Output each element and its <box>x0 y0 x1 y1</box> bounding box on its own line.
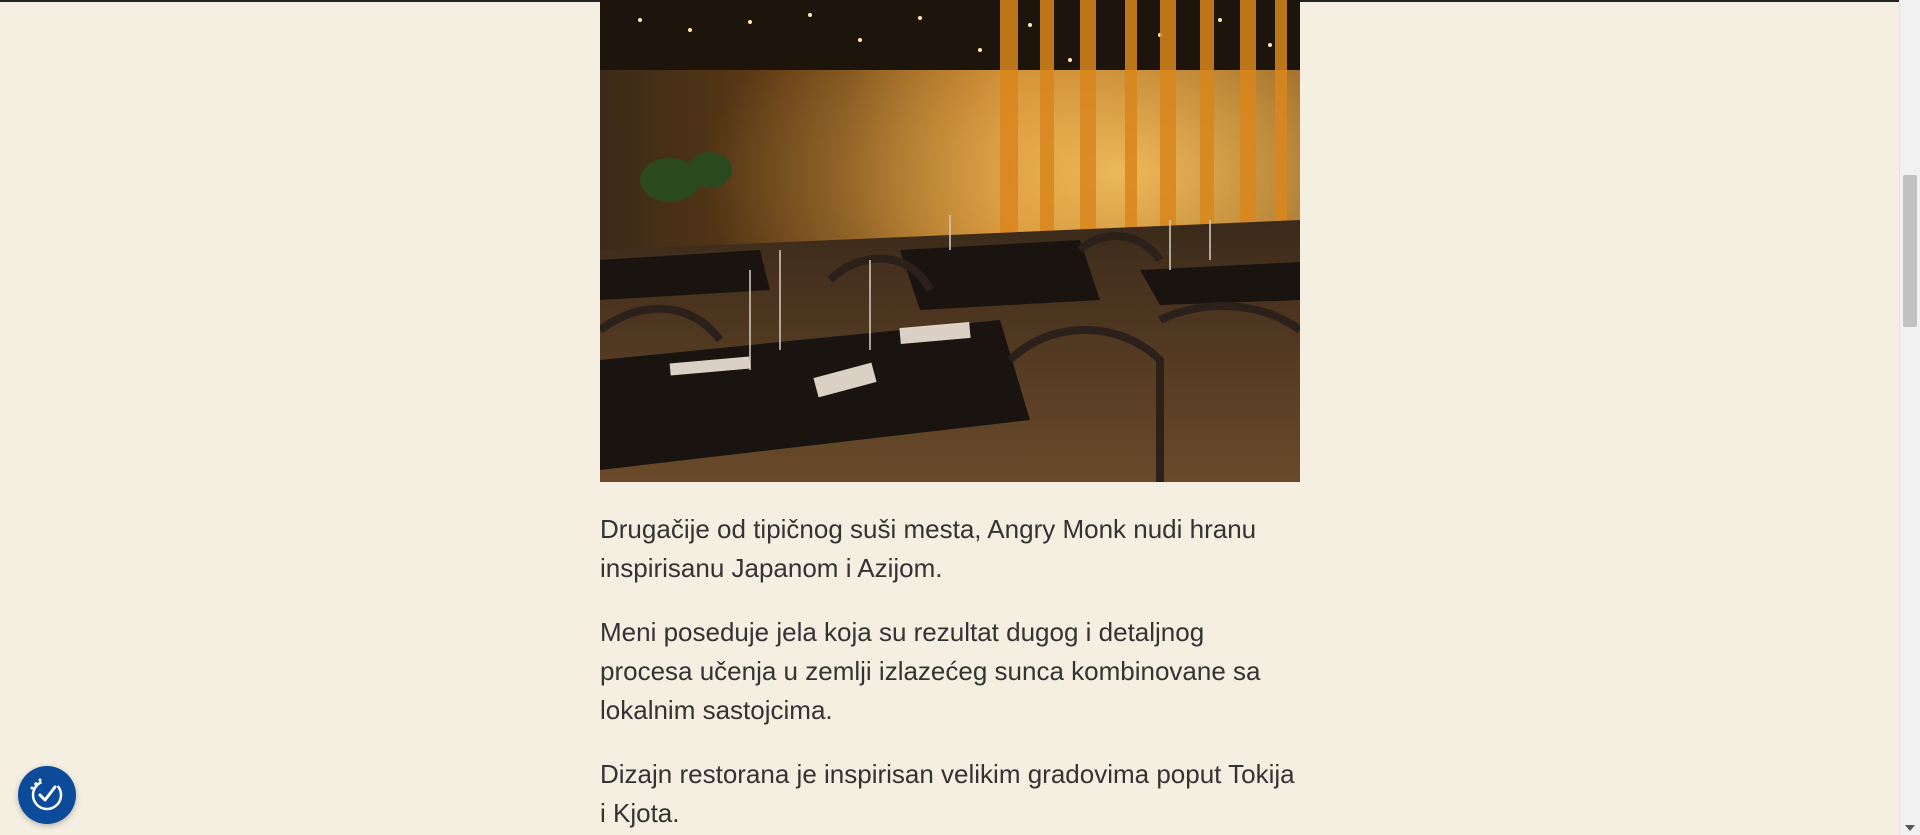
article-content: Drugačije od tipičnog suši mesta, Angry … <box>600 0 1300 833</box>
restaurant-interior-illustration <box>600 0 1300 482</box>
restaurant-hero-image <box>600 0 1300 482</box>
scrollbar-thumb[interactable] <box>1903 175 1917 327</box>
accessibility-button[interactable] <box>18 766 76 824</box>
article-paragraph: Meni poseduje jela koja su rezultat dugo… <box>600 617 1261 725</box>
accessibility-checkmark-icon <box>30 778 63 811</box>
scroll-down-arrow-icon[interactable] <box>1905 825 1915 831</box>
article-paragraph: Drugačije od tipičnog suši mesta, Angry … <box>600 514 1257 583</box>
vertical-scrollbar[interactable] <box>1899 0 1920 835</box>
article-paragraph: Dizajn restorana je inspirisan velikim g… <box>600 759 1295 828</box>
